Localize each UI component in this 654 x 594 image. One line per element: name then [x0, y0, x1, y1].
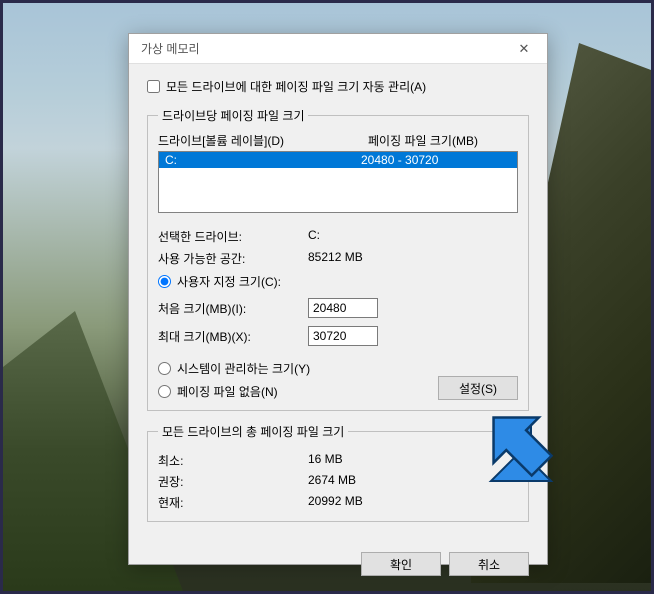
rec-row: 권장: 2674 MB	[158, 473, 518, 490]
cur-value: 20992 MB	[308, 494, 518, 511]
radio-no-paging[interactable]	[158, 385, 171, 398]
radio-custom-row: 사용자 지정 크기(C):	[158, 273, 518, 290]
dialog-title: 가상 메모리	[141, 40, 509, 57]
drive-cell-letter: C:	[165, 153, 361, 167]
set-button[interactable]: 설정(S)	[438, 376, 518, 400]
available-space-value: 85212 MB	[308, 250, 518, 267]
min-label: 최소:	[158, 452, 308, 469]
set-area: 시스템이 관리하는 크기(Y) 페이징 파일 없음(N) 설정(S)	[158, 354, 518, 400]
drive-list[interactable]: C: 20480 - 30720	[158, 151, 518, 213]
auto-manage-checkbox[interactable]	[147, 80, 160, 93]
max-size-input[interactable]	[308, 326, 378, 346]
initial-size-row: 처음 크기(MB)(I):	[158, 298, 518, 318]
cur-label: 현재:	[158, 494, 308, 511]
per-drive-legend: 드라이브당 페이징 파일 크기	[158, 107, 308, 124]
rec-label: 권장:	[158, 473, 308, 490]
drive-row[interactable]: C: 20480 - 30720	[159, 152, 517, 168]
ok-button[interactable]: 확인	[361, 552, 441, 576]
per-drive-group: 드라이브당 페이징 파일 크기 드라이브[볼륨 레이블](D) 페이징 파일 크…	[147, 107, 529, 411]
auto-manage-row: 모든 드라이브에 대한 페이징 파일 크기 자동 관리(A)	[147, 78, 529, 95]
available-space-label: 사용 가능한 공간:	[158, 250, 308, 267]
header-size: 페이징 파일 크기(MB)	[368, 132, 518, 149]
totals-legend: 모든 드라이브의 총 페이징 파일 크기	[158, 423, 348, 440]
cancel-button[interactable]: 취소	[449, 552, 529, 576]
available-space-row: 사용 가능한 공간: 85212 MB	[158, 250, 518, 267]
radio-system-label: 시스템이 관리하는 크기(Y)	[177, 360, 310, 377]
radio-system-size[interactable]	[158, 362, 171, 375]
radio-system-row: 시스템이 관리하는 크기(Y)	[158, 360, 438, 377]
auto-manage-label: 모든 드라이브에 대한 페이징 파일 크기 자동 관리(A)	[166, 78, 426, 95]
max-size-label: 최대 크기(MB)(X):	[158, 328, 308, 345]
dialog-content: 모든 드라이브에 대한 페이징 파일 크기 자동 관리(A) 드라이브당 페이징…	[129, 64, 547, 544]
min-row: 최소: 16 MB	[158, 452, 518, 469]
selected-drive-label: 선택한 드라이브:	[158, 228, 308, 245]
initial-size-input[interactable]	[308, 298, 378, 318]
radio-custom-size[interactable]	[158, 275, 171, 288]
dialog-buttons: 확인 취소	[129, 544, 547, 588]
cur-row: 현재: 20992 MB	[158, 494, 518, 511]
virtual-memory-dialog: 가상 메모리 ✕ 모든 드라이브에 대한 페이징 파일 크기 자동 관리(A) …	[128, 33, 548, 565]
max-size-row: 최대 크기(MB)(X):	[158, 326, 518, 346]
initial-size-label: 처음 크기(MB)(I):	[158, 300, 308, 317]
selected-drive-value: C:	[308, 228, 518, 245]
totals-group: 모든 드라이브의 총 페이징 파일 크기 최소: 16 MB 권장: 2674 …	[147, 423, 529, 522]
radio-custom-label: 사용자 지정 크기(C):	[177, 273, 281, 290]
min-value: 16 MB	[308, 452, 518, 469]
drive-cell-size: 20480 - 30720	[361, 153, 511, 167]
drive-list-header: 드라이브[볼륨 레이블](D) 페이징 파일 크기(MB)	[158, 132, 518, 149]
header-drive: 드라이브[볼륨 레이블](D)	[158, 132, 368, 149]
set-left: 시스템이 관리하는 크기(Y) 페이징 파일 없음(N)	[158, 354, 438, 400]
radio-none-label: 페이징 파일 없음(N)	[177, 383, 278, 400]
selected-drive-row: 선택한 드라이브: C:	[158, 228, 518, 245]
rec-value: 2674 MB	[308, 473, 518, 490]
radio-none-row: 페이징 파일 없음(N)	[158, 383, 438, 400]
titlebar: 가상 메모리 ✕	[129, 34, 547, 64]
close-icon[interactable]: ✕	[509, 37, 539, 61]
